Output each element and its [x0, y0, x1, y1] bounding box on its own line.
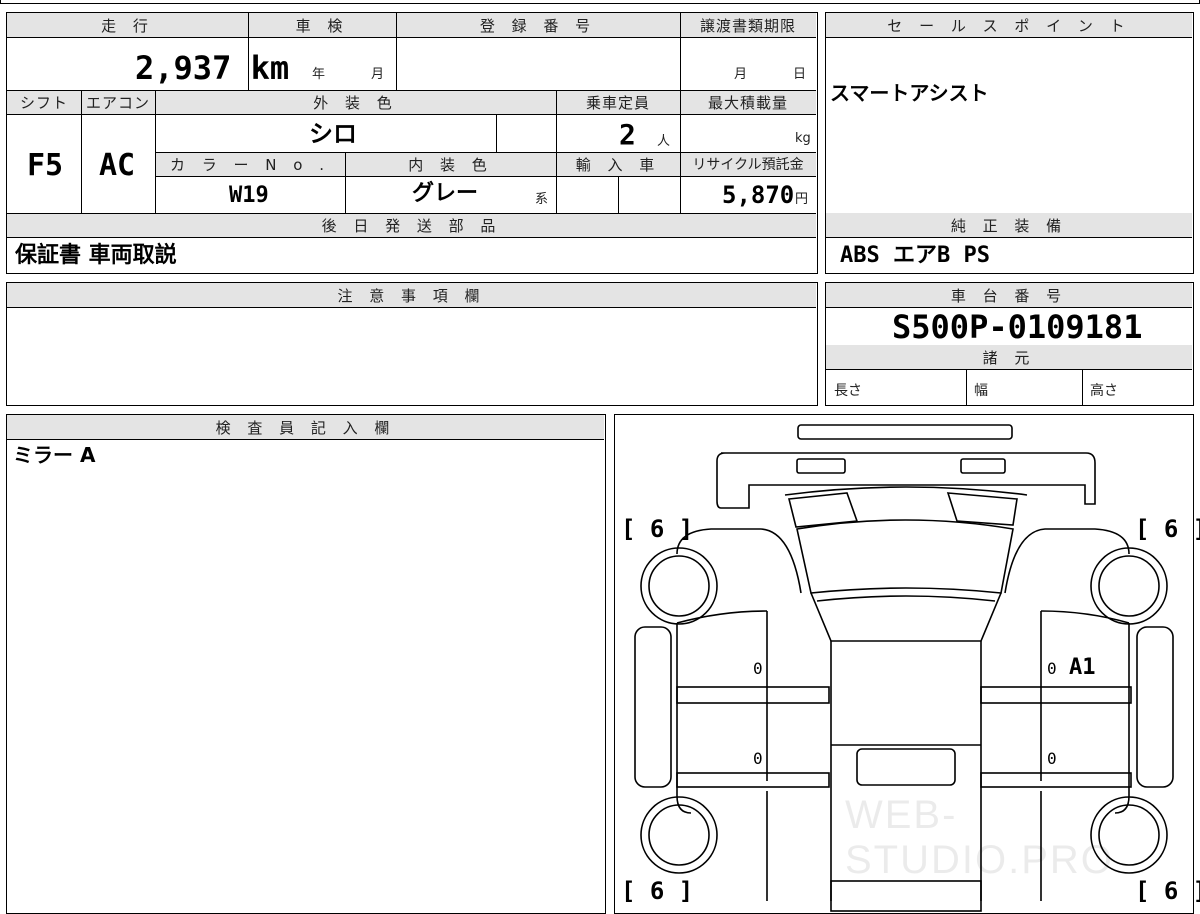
sales-point-text: スマートアシスト [830, 81, 989, 105]
mark-left-front: 0 [753, 659, 763, 678]
sales-point-box: セ ー ル ス ポ イ ン ト スマートアシスト 純 正 装 備 ABS エアB… [825, 12, 1194, 274]
aircon-value: AC [99, 148, 136, 183]
bracket-top-right: [ 6 ] [1135, 515, 1200, 543]
mark-right-front: 0 [1047, 659, 1057, 678]
sales-point-header: セ ー ル ス ポ イ ン ト [826, 13, 1192, 37]
top-strip [0, 0, 1200, 4]
mileage-header: 走 行 [7, 13, 248, 37]
bracket-top-left: [ 6 ] [621, 515, 694, 543]
interior-color-header: 内 装 色 [345, 152, 556, 176]
recycle-header: リサイクル預託金 [680, 152, 816, 176]
aircon-header: エアコン [81, 90, 155, 114]
recycle-value: 5,870 [722, 181, 795, 209]
mark-right-rear: 0 [1047, 749, 1057, 768]
interior-suffix: 系 [535, 192, 549, 207]
load-unit: kg [795, 131, 811, 146]
chassis-header: 車 台 番 号 [826, 283, 1192, 307]
shift-header: シフト [7, 90, 81, 114]
transfer-day-unit: 日 [793, 67, 807, 82]
capacity-value: 2 [619, 118, 636, 151]
later-parts-header: 後 日 発 送 部 品 [7, 213, 816, 237]
bracket-bottom-left: [ 6 ] [621, 877, 694, 905]
later-parts-value: 保証書 車両取説 [15, 243, 177, 268]
inspector-text: ミラー A [13, 443, 96, 467]
color-no-value: W19 [229, 183, 269, 208]
spec-length: 長さ [834, 383, 862, 399]
notes-header: 注 意 事 項 欄 [7, 283, 816, 307]
registration-header: 登 録 番 号 [396, 13, 680, 37]
max-load-header: 最大積載量 [680, 90, 816, 114]
chassis-value: S500P-0109181 [892, 308, 1143, 346]
spec-height: 高さ [1090, 383, 1118, 399]
inspector-box: 検 査 員 記 入 欄 ミラー A [6, 414, 606, 914]
mark-right-front-code: A1 [1069, 655, 1096, 680]
shaken-header: 車 検 [248, 13, 396, 37]
exterior-color-header: 外 装 色 [155, 90, 556, 114]
exterior-color-value: シロ [309, 120, 357, 148]
watermark: WEB-STUDIO.PRO [845, 793, 1114, 882]
specs-header: 諸 元 [826, 345, 1192, 369]
transfer-month-unit: 月 [734, 67, 748, 82]
import-header: 輸 入 車 [556, 152, 680, 176]
interior-color-value: グレー [412, 181, 479, 206]
genuine-equipment-header: 純 正 装 備 [826, 213, 1192, 237]
shift-value: F5 [27, 148, 64, 183]
mileage-value: 2,937 km [135, 49, 290, 87]
capacity-unit: 人 [657, 134, 671, 149]
car-diagram-box: [ 6 ] [ 6 ] [ 6 ] [ 6 ] 0 0 A1 0 0 WEB-S… [614, 414, 1200, 914]
color-no-header: カ ラ ー N o . [155, 152, 345, 176]
mark-left-rear: 0 [753, 749, 763, 768]
capacity-header: 乗車定員 [556, 90, 680, 114]
spec-width: 幅 [974, 383, 988, 399]
shaken-month-unit: 月 [371, 67, 385, 82]
recycle-unit: 円 [795, 192, 809, 207]
inspector-header: 検 査 員 記 入 欄 [7, 415, 604, 439]
genuine-equipment-value: ABS エアB PS [840, 243, 990, 268]
vehicle-info-box: 走 行 車 検 登 録 番 号 譲渡書類期限 2,937 km 年 月 月 日 … [6, 12, 818, 274]
shaken-year-unit: 年 [312, 67, 326, 82]
transfer-deadline-header: 譲渡書類期限 [680, 13, 816, 37]
notes-box: 注 意 事 項 欄 [6, 282, 818, 406]
chassis-box: 車 台 番 号 S500P-0109181 諸 元 長さ 幅 高さ [825, 282, 1194, 406]
